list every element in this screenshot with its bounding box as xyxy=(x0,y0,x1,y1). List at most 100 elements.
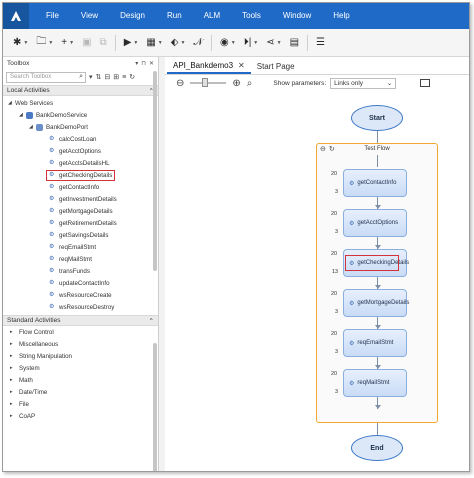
flow-node[interactable]: ⚙ reqMailStmt xyxy=(343,369,407,397)
tab-api-bankdemo3[interactable]: API_Bankdemo3 ✕ xyxy=(167,58,251,74)
save-all-icon[interactable]: ⧉ xyxy=(96,33,111,53)
tree-operation[interactable]: ⚙ getCheckingDetails xyxy=(3,169,158,181)
operation-label: calcCostLoan xyxy=(59,135,97,143)
menu-view[interactable]: View xyxy=(70,3,109,29)
filter-icon[interactable]: ▾ xyxy=(89,73,93,81)
output-count: 3 xyxy=(335,389,339,395)
standard-activity-item[interactable]: ▸ Date/Time xyxy=(3,386,158,398)
tree-port[interactable]: ◢ BankDemoPort xyxy=(3,121,158,133)
standard-activity-item[interactable]: ▸ System xyxy=(3,362,158,374)
tree-operation[interactable]: ⚙ getMortgageDetails xyxy=(3,205,158,217)
tree-operation[interactable]: ⚙ getRetirementDetails xyxy=(3,217,158,229)
tree-operation[interactable]: ⚙ transFunds xyxy=(3,265,158,277)
share-icon[interactable]: ⋖ ▼ xyxy=(262,33,285,53)
standard-activity-item[interactable]: ▸ Miscellaneous xyxy=(3,338,158,350)
flow-node[interactable]: ⚙ getContactInfo xyxy=(343,169,407,197)
expand-arrow-icon[interactable]: ▸ xyxy=(10,341,17,347)
close-icon[interactable]: ✕ xyxy=(149,60,154,67)
tree-operation[interactable]: ⚙ getInvestmentDetails xyxy=(3,193,158,205)
zoom-in-icon[interactable]: ⊕ xyxy=(232,78,240,89)
expand-arrow-icon[interactable]: ◢ xyxy=(8,100,15,106)
expand-arrow-icon[interactable]: ▸ xyxy=(10,389,17,395)
tree-operation[interactable]: ⚙ reqEmailStmt xyxy=(3,241,158,253)
zoom-out-icon[interactable]: ⊖ xyxy=(176,78,184,89)
expand-arrow-icon[interactable]: ◢ xyxy=(29,124,36,130)
operation-icon: ⚙ xyxy=(349,220,355,227)
tree-operation[interactable]: ⚙ getAcctOptions xyxy=(3,145,158,157)
expand-all-icon[interactable]: ⊞ xyxy=(113,73,119,81)
tree-operation[interactable]: ⚙ calcCostLoan xyxy=(3,133,158,145)
show-parameters-select[interactable]: Links only ⌄ xyxy=(330,77,397,89)
tree-web-services[interactable]: ◢ Web Services xyxy=(3,97,158,109)
expand-arrow-icon[interactable]: ▸ xyxy=(10,329,17,335)
expand-arrow-icon[interactable]: ▸ xyxy=(10,365,17,371)
standard-activity-item[interactable]: ▸ Flow Control xyxy=(3,326,158,338)
list-view-icon[interactable]: ≡ xyxy=(122,74,126,81)
flow-node[interactable]: ⚙ getAcctOptions xyxy=(343,209,407,237)
zoom-slider[interactable] xyxy=(190,78,227,87)
search-icon[interactable]: ⌕ xyxy=(79,73,83,81)
tree-service[interactable]: ◢ BankDemoService xyxy=(3,109,158,121)
zoom-slider-thumb[interactable] xyxy=(202,78,209,87)
standard-activity-item[interactable]: ▸ File xyxy=(3,398,158,410)
tab-start-page[interactable]: Start Page xyxy=(251,58,301,74)
menu-tools[interactable]: Tools xyxy=(231,3,272,29)
schedule-icon[interactable]: ▦ ▼ xyxy=(142,33,166,53)
tree-operation[interactable]: ⚙ getContactInfo xyxy=(3,181,158,193)
tree-operation[interactable]: ⚙ wsResourceCreate xyxy=(3,289,158,301)
save-icon[interactable]: ▣ xyxy=(78,33,95,53)
menu-help[interactable]: Help xyxy=(322,3,360,29)
tree-operation[interactable]: ⚙ getSavingsDetails xyxy=(3,229,158,241)
record-icon[interactable]: ◉ ▼ xyxy=(216,33,240,53)
local-activities-header[interactable]: Local Activities ⌃ xyxy=(3,85,158,96)
menu-window[interactable]: Window xyxy=(272,3,322,29)
refresh-icon[interactable]: ↻ xyxy=(129,73,135,81)
start-node[interactable]: Start xyxy=(351,105,403,131)
tree-operation[interactable]: ⚙ updateContactInfo xyxy=(3,277,158,289)
sort-icon[interactable]: ⇅ xyxy=(96,73,102,81)
new-icon[interactable]: ✱ ▼ xyxy=(9,33,32,53)
monitor-icon[interactable] xyxy=(420,79,431,87)
menu-design[interactable]: Design xyxy=(109,3,156,29)
standard-activity-item[interactable]: ▸ Math xyxy=(3,374,158,386)
add-icon[interactable]: + ▼ xyxy=(57,33,78,53)
menu-file[interactable]: File xyxy=(35,3,70,29)
expand-arrow-icon[interactable]: ▸ xyxy=(10,413,17,419)
expand-arrow-icon[interactable]: ▸ xyxy=(10,401,17,407)
menu-alm[interactable]: ALM xyxy=(193,3,231,29)
toolbox-scrollbar[interactable] xyxy=(153,71,157,271)
fit-to-window-icon[interactable]: ⌕ xyxy=(247,78,253,89)
standard-scrollbar[interactable] xyxy=(153,343,157,471)
tree-operation[interactable]: ⚙ getAcctsDetailsHL xyxy=(3,157,158,169)
menu-run[interactable]: Run xyxy=(156,3,193,29)
standard-activity-item[interactable]: ▸ CoAP xyxy=(3,410,158,422)
tag-icon[interactable]: ⬖ ▼ xyxy=(167,33,190,53)
dock-icon[interactable]: ⊓ xyxy=(141,60,146,67)
tree-operation[interactable]: ⚙ reqMailStmt xyxy=(3,253,158,265)
function-icon[interactable]: 𝒩 xyxy=(189,33,207,53)
settings-sliders-icon[interactable]: ☰ xyxy=(312,33,329,53)
run-icon[interactable]: ▶ ▼ xyxy=(120,33,143,53)
end-node[interactable]: End xyxy=(351,435,403,461)
collapse-icon[interactable]: ⌃ xyxy=(149,317,154,325)
flow-node[interactable]: ⚙ getMortgageDetails xyxy=(343,289,409,317)
open-folder-icon[interactable]: 🗀 ▼ xyxy=(32,33,57,53)
expand-arrow-icon[interactable]: ◢ xyxy=(19,112,26,118)
input-count: 20 xyxy=(331,371,338,377)
document-tabs: API_Bankdemo3 ✕ Start Page xyxy=(165,57,469,75)
collapse-all-icon[interactable]: ⊟ xyxy=(104,73,110,81)
expand-arrow-icon[interactable]: ▸ xyxy=(10,377,17,383)
pin-icon[interactable]: ▾ xyxy=(135,60,138,67)
standard-activities-header[interactable]: Standard Activities ⌃ xyxy=(3,315,158,326)
operation-wrapper: ⚙ wsResourceDestroy xyxy=(49,304,114,311)
document-icon[interactable]: ▤ xyxy=(286,33,303,53)
close-tab-icon[interactable]: ✕ xyxy=(238,61,245,70)
standard-activities-label: Standard Activities xyxy=(7,317,61,324)
tree-operation[interactable]: ⚙ wsResourceDestroy xyxy=(3,301,158,313)
standard-activity-label: Date/Time xyxy=(19,388,48,396)
expand-arrow-icon[interactable]: ▸ xyxy=(10,353,17,359)
toolbox-search-input[interactable]: Search Toolbox ⌕ xyxy=(6,71,86,83)
flow-node[interactable]: ⚙ reqEmailStmt xyxy=(343,329,407,357)
standard-activity-item[interactable]: ▸ String Manipulation xyxy=(3,350,158,362)
step-icon[interactable]: ⏵| ▼ xyxy=(240,33,263,53)
